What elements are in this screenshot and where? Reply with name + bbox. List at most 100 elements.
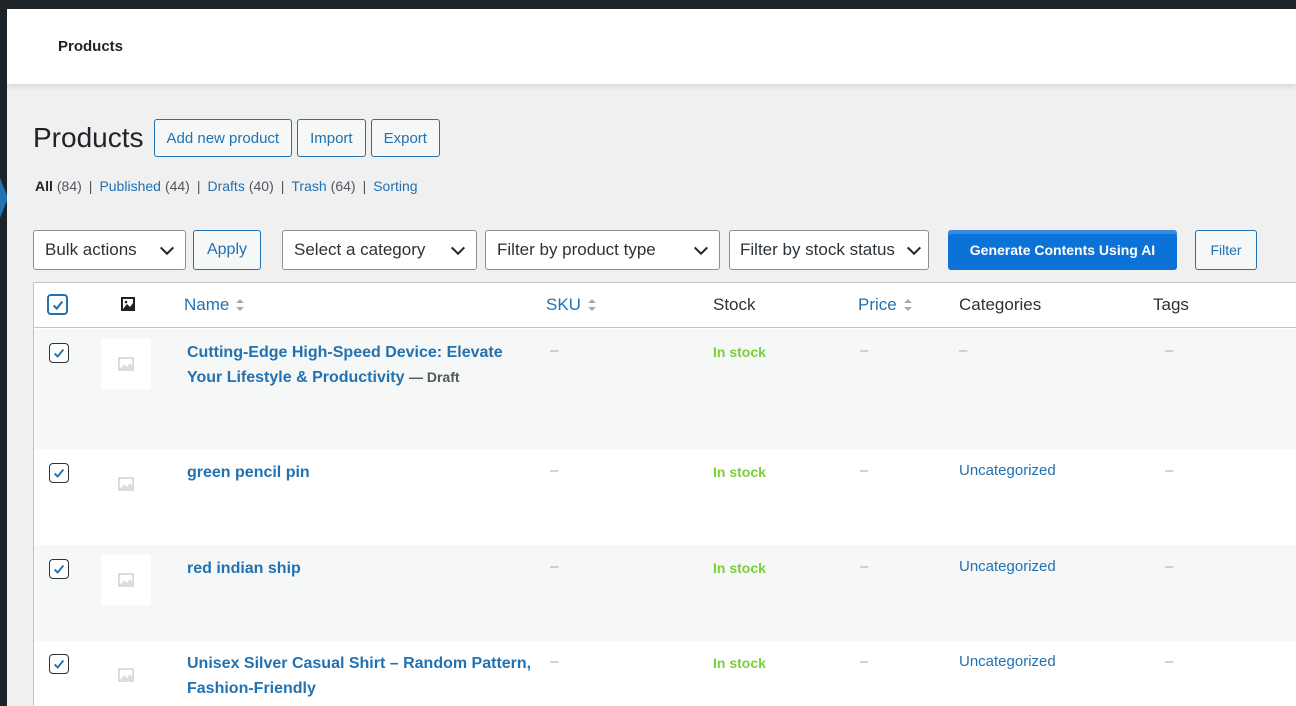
image-icon (121, 297, 135, 311)
page-title: Products (33, 122, 144, 153)
table-header: Name SKU Stock Price Categories Tags (34, 283, 1296, 328)
product-thumbnail[interactable] (101, 459, 151, 509)
column-sku-label[interactable]: SKU (546, 295, 581, 315)
sort-icon (903, 299, 912, 311)
product-name[interactable]: red indian ship (187, 556, 532, 581)
price-cell: – (860, 653, 869, 670)
view-drafts-count: (40) (248, 178, 274, 194)
table-row: Cutting-Edge High-Speed Device: Elevate … (34, 329, 1296, 449)
view-drafts-label[interactable]: Drafts (207, 178, 244, 194)
price-cell: – (860, 462, 869, 479)
price-cell: – (860, 558, 869, 575)
bulk-actions-select[interactable]: Bulk actions (33, 230, 186, 270)
view-published-label[interactable]: Published (99, 178, 161, 194)
product-thumbnail[interactable] (101, 339, 151, 389)
row-checkbox[interactable] (49, 463, 69, 483)
row-checkbox[interactable] (49, 654, 69, 674)
sku-cell: – (550, 342, 559, 359)
row-checkbox[interactable] (49, 343, 69, 363)
checkmark-icon (53, 468, 65, 478)
filter-button[interactable]: Filter (1195, 230, 1257, 270)
import-button[interactable]: Import (297, 119, 366, 157)
category-link[interactable]: Uncategorized (959, 558, 1056, 575)
column-stock: Stock (713, 295, 756, 314)
chevron-down-icon (693, 246, 709, 256)
view-all-count: (84) (56, 178, 82, 194)
separator: | (280, 178, 285, 194)
product-name[interactable]: Cutting-Edge High-Speed Device: Elevate … (187, 340, 532, 390)
view-all[interactable]: All (84) (35, 178, 82, 194)
chevron-down-icon (450, 246, 466, 256)
image-placeholder-icon (118, 668, 134, 682)
checkmark-icon (53, 659, 65, 669)
stock-status-label: Filter by stock status (740, 240, 895, 259)
checkmark-icon (52, 300, 63, 310)
column-categories: Categories (959, 295, 1042, 314)
product-name[interactable]: Unisex Silver Casual Shirt – Random Patt… (187, 651, 532, 701)
content-area: Products Products Add new product Import… (7, 9, 1296, 706)
column-price[interactable]: Price (858, 295, 913, 315)
column-name-label[interactable]: Name (184, 295, 229, 315)
product-type-select[interactable]: Filter by product type (485, 230, 720, 270)
row-checkbox[interactable] (49, 559, 69, 579)
product-thumbnail[interactable] (101, 555, 151, 605)
select-all-checkbox[interactable] (47, 294, 68, 315)
tags-cell: – (1165, 462, 1174, 479)
stock-status-select[interactable]: Filter by stock status (729, 230, 929, 270)
product-name-link[interactable]: Unisex Silver Casual Shirt – Random Patt… (187, 655, 531, 697)
view-trash-count: (64) (330, 178, 356, 194)
tags-cell: – (1165, 653, 1174, 670)
category-link[interactable]: Uncategorized (959, 653, 1056, 670)
view-drafts[interactable]: Drafts (40) (207, 178, 273, 194)
sku-cell: – (550, 558, 559, 575)
separator: | (88, 178, 93, 194)
stock-status: In stock (713, 344, 766, 360)
column-sku[interactable]: SKU (546, 295, 597, 315)
checkmark-icon (53, 564, 65, 574)
column-name[interactable]: Name (184, 295, 245, 315)
image-placeholder-icon (118, 477, 134, 491)
table-row: Unisex Silver Casual Shirt – Random Patt… (34, 641, 1296, 706)
sort-icon (236, 299, 245, 311)
chevron-down-icon (906, 246, 922, 256)
separator: | (362, 178, 367, 194)
view-published[interactable]: Published (44) (99, 178, 189, 194)
product-thumbnail[interactable] (101, 650, 151, 700)
category-link[interactable]: Uncategorized (959, 462, 1056, 479)
column-price-label[interactable]: Price (858, 295, 897, 315)
admin-sidebar (0, 0, 7, 706)
apply-button[interactable]: Apply (193, 230, 261, 270)
checkmark-icon (53, 348, 65, 358)
view-published-count: (44) (164, 178, 190, 194)
view-trash[interactable]: Trash (64) (291, 178, 355, 194)
product-name-link[interactable]: green pencil pin (187, 464, 310, 481)
sort-icon (587, 299, 596, 311)
generate-ai-button[interactable]: Generate Contents Using AI (948, 230, 1177, 270)
sku-cell: – (550, 462, 559, 479)
image-placeholder-icon (118, 357, 134, 371)
view-trash-label[interactable]: Trash (291, 178, 326, 194)
header-title: Products (58, 38, 124, 55)
column-tags: Tags (1153, 295, 1189, 314)
view-sorting[interactable]: Sorting (373, 178, 417, 194)
export-button[interactable]: Export (370, 119, 440, 157)
table-row: red indian ship – In stock – Uncategoriz… (34, 545, 1296, 641)
view-all-label[interactable]: All (35, 178, 53, 194)
top-header: Products (7, 9, 1296, 84)
view-sorting-label[interactable]: Sorting (373, 178, 417, 194)
sku-cell: – (550, 653, 559, 670)
stock-status: In stock (713, 560, 766, 576)
products-table: Name SKU Stock Price Categories Tags Cut… (33, 282, 1296, 706)
category-select-label: Select a category (294, 240, 426, 259)
admin-bar (0, 0, 1296, 9)
price-cell: – (860, 342, 869, 359)
table-row: green pencil pin – In stock – Uncategori… (34, 449, 1296, 545)
product-name[interactable]: green pencil pin (187, 460, 532, 485)
category-select[interactable]: Select a category (282, 230, 477, 270)
post-state: — Draft (408, 369, 460, 385)
view-filters: All (84) | Published (44) | Drafts (40) … (35, 178, 418, 194)
add-new-product-button[interactable]: Add new product (153, 119, 293, 157)
stock-status: In stock (713, 655, 766, 671)
product-name-link[interactable]: red indian ship (187, 560, 301, 577)
category-cell: – (959, 342, 968, 359)
